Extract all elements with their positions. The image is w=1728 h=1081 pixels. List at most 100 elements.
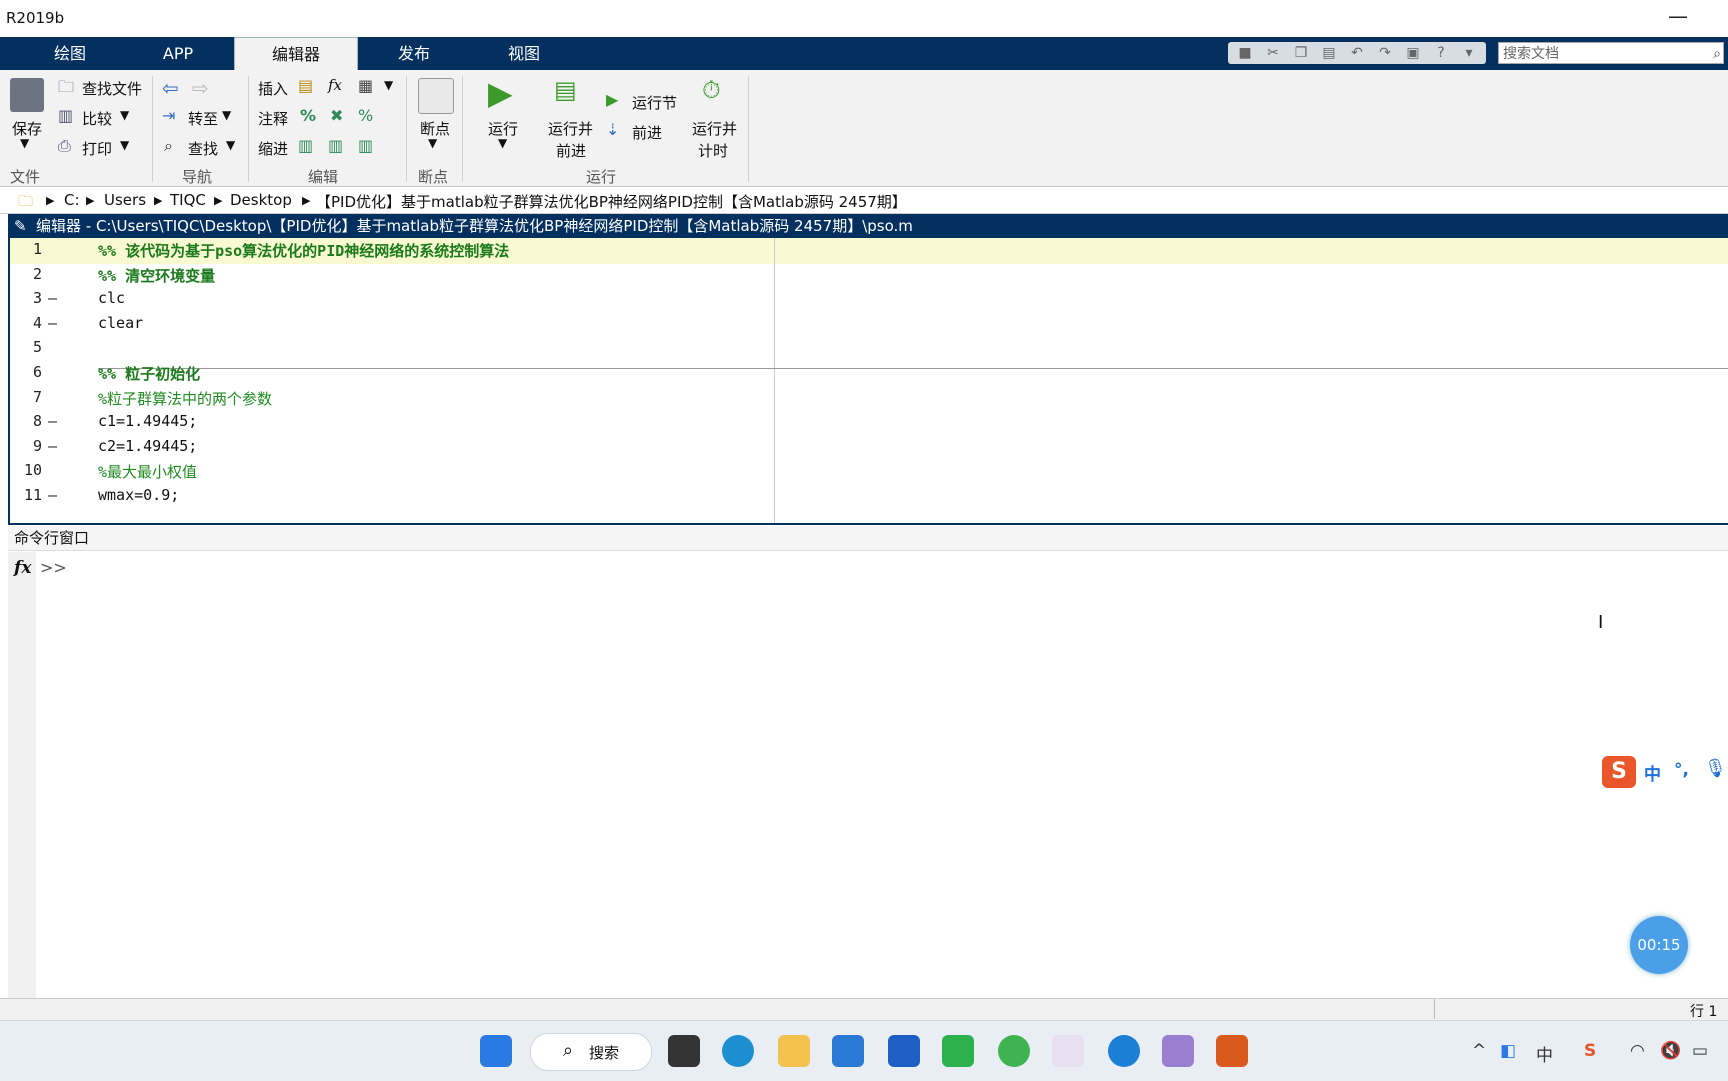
path-segment[interactable]: 【PID优化】基于matlab粒子群算法优化BP神经网络PID控制【含Matla… <box>316 191 907 212</box>
input-method-icon[interactable]: 中 <box>1536 1041 1553 1066</box>
run-and-time-icon[interactable]: ⏱ <box>702 76 721 104</box>
edge-browser-icon[interactable] <box>722 1035 754 1067</box>
matlab-icon[interactable] <box>1216 1035 1248 1067</box>
indent-icon[interactable]: ▥ <box>328 136 343 155</box>
run-advance-label-1[interactable]: 运行并 <box>548 118 593 139</box>
forward-arrow-icon[interactable]: ⇨ <box>192 76 209 100</box>
windows-start-icon[interactable] <box>480 1035 512 1067</box>
photos-icon[interactable] <box>1162 1035 1194 1067</box>
switch-window-icon[interactable]: ▣ <box>1402 44 1424 62</box>
code-line[interactable]: 3 — clc <box>10 289 1728 315</box>
command-window[interactable]: fx >> I S 中 °, 🎙 00:15 <box>8 552 1728 998</box>
chevron-down-icon[interactable]: ▼ <box>428 136 437 150</box>
insert-button[interactable]: 插入 <box>258 78 288 99</box>
chevron-down-icon[interactable]: ▼ <box>120 108 129 122</box>
run-advance-icon[interactable]: ▤ <box>554 76 577 104</box>
smart-indent-icon[interactable]: ▥ <box>298 136 313 155</box>
tab-editor[interactable]: 编辑器 <box>234 37 358 71</box>
ime-punct-label[interactable]: °, <box>1674 760 1689 780</box>
code-line[interactable]: 9 — c2=1.49445; <box>10 437 1728 463</box>
tab-publish[interactable]: 发布 <box>364 37 464 70</box>
tab-plots[interactable]: 绘图 <box>20 37 120 70</box>
recording-timer[interactable]: 00:15 <box>1630 916 1688 974</box>
tab-apps[interactable]: APP <box>128 37 228 70</box>
browser-e-icon[interactable] <box>998 1035 1030 1067</box>
path-segment[interactable]: C: <box>64 191 80 209</box>
code-line[interactable]: 6 %% 粒子初始化 <box>10 363 1728 389</box>
taskbar-search[interactable]: ⌕ 搜索 <box>530 1033 652 1071</box>
undo-icon[interactable]: ↶ <box>1346 44 1368 62</box>
insert-section-icon[interactable]: ▤ <box>298 76 313 95</box>
path-segment[interactable]: Desktop <box>230 191 292 209</box>
back-arrow-icon[interactable]: ⇦ <box>162 76 179 100</box>
minimize-button[interactable]: — <box>1668 4 1688 28</box>
redo-icon[interactable]: ↷ <box>1374 44 1396 62</box>
wrap-comments-icon[interactable]: % <box>358 106 373 125</box>
chevron-down-icon[interactable]: ▾ <box>1458 44 1480 62</box>
folder-icon[interactable]: 🗀 <box>18 191 33 216</box>
advance-button[interactable]: 前进 <box>632 122 662 143</box>
function-browser-button[interactable]: fx <box>14 558 31 578</box>
battery-icon[interactable]: ▭ <box>1692 1041 1708 1061</box>
compare-button[interactable]: 比较 <box>82 108 112 129</box>
breakpoint-marker[interactable]: — <box>48 314 57 332</box>
wifi-icon[interactable]: ◠ <box>1630 1041 1645 1061</box>
uncomment-icon[interactable]: ✖ <box>330 106 343 125</box>
comment-percent-icon[interactable]: % <box>300 106 316 125</box>
breakpoint-marker[interactable]: — <box>48 486 57 504</box>
path-segment[interactable]: TIQC <box>170 191 206 209</box>
save-icon[interactable]: ■ <box>1234 44 1256 62</box>
run-icon[interactable]: ▶ <box>488 74 513 112</box>
path-segment[interactable]: Users <box>104 191 146 209</box>
run-advance-label-2[interactable]: 前进 <box>556 140 586 161</box>
breakpoints-icon[interactable] <box>418 78 454 114</box>
chevron-up-icon[interactable]: ^ <box>1472 1041 1486 1061</box>
sogou-tray-icon[interactable]: S <box>1584 1041 1596 1061</box>
breakpoint-marker[interactable]: — <box>48 412 57 430</box>
search-icon[interactable]: ⌕ <box>1713 43 1721 65</box>
code-line[interactable]: 1 %% 该代码为基于pso算法优化的PID神经网络的系统控制算法 <box>10 240 1728 266</box>
code-line[interactable]: 10 %最大最小权值 <box>10 461 1728 487</box>
comment-button[interactable]: 注释 <box>258 108 288 129</box>
code-line[interactable]: 2 %% 清空环境变量 <box>10 265 1728 291</box>
paste-icon[interactable]: ▤ <box>1318 44 1340 62</box>
mail-icon[interactable] <box>832 1035 864 1067</box>
run-section-button[interactable]: 运行节 <box>632 92 677 113</box>
run-time-label-2[interactable]: 计时 <box>698 140 728 161</box>
microphone-icon[interactable]: 🎙 <box>1704 758 1727 779</box>
chevron-down-icon[interactable]: ▼ <box>498 136 507 150</box>
cut-icon[interactable]: ✂ <box>1262 44 1284 62</box>
code-line[interactable]: 8 — c1=1.49445; <box>10 412 1728 438</box>
copy-icon[interactable]: ❐ <box>1290 44 1312 62</box>
speaker-muted-icon[interactable]: 🔇 <box>1660 1041 1681 1061</box>
insert-figure-icon[interactable]: ▦ <box>358 76 373 95</box>
ime-toolbar[interactable]: S 中 °, 🎙 <box>1602 756 1728 788</box>
goto-button[interactable]: 转至 <box>188 108 218 129</box>
help-icon[interactable]: ? <box>1430 44 1452 62</box>
code-line[interactable]: 4 — clear <box>10 314 1728 340</box>
file-explorer-icon[interactable] <box>778 1035 810 1067</box>
code-line[interactable]: 7 %粒子群算法中的两个参数 <box>10 388 1728 414</box>
breakpoint-marker[interactable]: — <box>48 437 57 455</box>
search-docs-input[interactable]: 搜索文档 ⌕ <box>1498 42 1724 64</box>
ie-browser-icon[interactable] <box>1108 1035 1140 1067</box>
chevron-down-icon[interactable]: ▼ <box>226 138 235 152</box>
print-button[interactable]: 打印 <box>82 138 112 159</box>
save-icon[interactable] <box>10 78 44 112</box>
code-line[interactable]: 5 <box>10 338 1728 364</box>
find-files-button[interactable]: 查找文件 <box>82 78 142 99</box>
security-app-icon[interactable] <box>888 1035 920 1067</box>
chevron-down-icon[interactable]: ▼ <box>222 108 231 122</box>
tray-app-icon[interactable]: ◧ <box>1500 1041 1516 1061</box>
chevron-down-icon[interactable]: ▼ <box>384 78 393 92</box>
chevron-down-icon[interactable]: ▼ <box>120 138 129 152</box>
code-editor[interactable]: 1 %% 该代码为基于pso算法优化的PID神经网络的系统控制算法 2 %% 清空环境… <box>8 238 1728 525</box>
wechat-icon[interactable] <box>942 1035 974 1067</box>
breakpoint-marker[interactable]: — <box>48 289 57 307</box>
outdent-icon[interactable]: ▥ <box>358 136 373 155</box>
find-button[interactable]: 查找 <box>188 138 218 159</box>
insert-function-button[interactable]: fx <box>328 76 342 94</box>
indent-button[interactable]: 缩进 <box>258 138 288 159</box>
snipping-tool-icon[interactable] <box>1052 1035 1084 1067</box>
ime-mode-label[interactable]: 中 <box>1644 760 1661 785</box>
